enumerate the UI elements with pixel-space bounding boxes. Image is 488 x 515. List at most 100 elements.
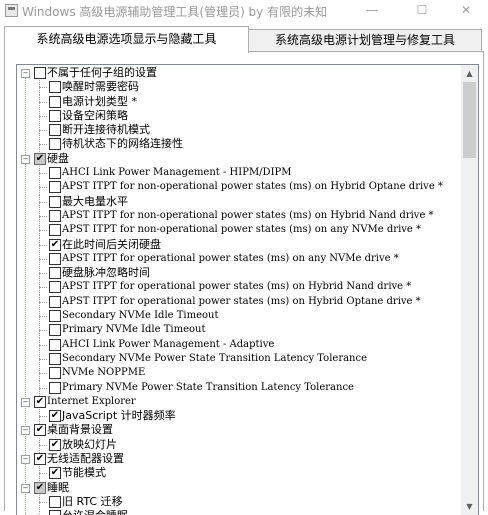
tree-setting-item[interactable]: 允许混合睡眠 bbox=[17, 509, 457, 515]
checkbox[interactable]: ✔ bbox=[49, 438, 61, 451]
checkbox[interactable]: ✔ bbox=[49, 238, 61, 251]
tree-branch-line bbox=[39, 201, 47, 203]
tree-branch-line bbox=[39, 115, 47, 117]
checkbox[interactable] bbox=[49, 495, 61, 508]
tree-item-label: 在此时间后关闭硬盘 bbox=[62, 237, 161, 251]
collapse-toggle-icon[interactable]: − bbox=[21, 154, 30, 164]
checkbox[interactable] bbox=[49, 124, 61, 137]
checkbox[interactable] bbox=[49, 95, 61, 108]
settings-tree: − 不属于任何子组的设置 唤醒时需要密码 电源计划类型 * 设备空闲策略 断开连接待机模式… bbox=[17, 66, 457, 515]
checkbox[interactable]: ✔ bbox=[49, 467, 61, 480]
checkbox[interactable] bbox=[49, 510, 61, 515]
minimize-button[interactable]: — bbox=[350, 0, 394, 22]
collapse-toggle-icon[interactable]: − bbox=[21, 426, 30, 436]
tree-setting-item[interactable]: 旧 RTC 迁移 bbox=[17, 494, 457, 510]
collapse-toggle-icon[interactable]: − bbox=[21, 455, 30, 465]
checkbox[interactable] bbox=[49, 224, 61, 237]
checkbox[interactable]: ✔ bbox=[34, 152, 46, 165]
settings-tree-view[interactable]: − 不属于任何子组的设置 唤醒时需要密码 电源计划类型 * 设备空闲策略 断开连接待机模式… bbox=[16, 64, 479, 515]
tree-group-item[interactable]: − ✔ 无线适配器设置 bbox=[17, 452, 457, 466]
checkbox[interactable] bbox=[49, 195, 61, 208]
checkbox[interactable] bbox=[49, 381, 61, 394]
tree-branch-line bbox=[39, 187, 47, 189]
tree-branch-line bbox=[39, 287, 47, 289]
checkbox[interactable] bbox=[49, 324, 61, 337]
tree-item-label: 节能模式 bbox=[62, 466, 106, 480]
tree-branch-line bbox=[39, 416, 47, 418]
maximize-button[interactable]: ☐ bbox=[400, 0, 444, 22]
vertical-scrollbar[interactable]: ▲ ▼ bbox=[461, 65, 478, 515]
checkbox[interactable] bbox=[49, 310, 61, 323]
tree-setting-item[interactable]: Primary NVMe Power State Transition Late… bbox=[17, 380, 457, 396]
tree-item-label: APST ITPT for non-operational power stat… bbox=[62, 181, 443, 193]
checkbox[interactable] bbox=[49, 281, 61, 294]
tree-setting-item[interactable]: 断开连接待机模式 bbox=[17, 123, 457, 139]
scroll-up-arrow-icon[interactable]: ▲ bbox=[461, 65, 478, 82]
tree-setting-item[interactable]: 电源计划类型 * bbox=[17, 94, 457, 110]
checkbox[interactable]: ✔ bbox=[34, 395, 46, 408]
tree-setting-item[interactable]: Secondary NVMe Idle Timeout bbox=[17, 309, 457, 325]
tab-plan-manage-repair-tool[interactable]: 系统高级电源计划管理与修复工具 bbox=[248, 29, 482, 51]
tree-item-label: JavaScript 计时器频率 bbox=[62, 409, 176, 423]
checkbox[interactable] bbox=[49, 267, 61, 280]
tab-display-hide-tool[interactable]: 系统高级电源选项显示与隐藏工具 bbox=[4, 26, 249, 53]
tree-setting-item[interactable]: 设备空闲策略 bbox=[17, 108, 457, 124]
scroll-down-arrow-icon[interactable]: ▼ bbox=[461, 498, 478, 515]
checkbox[interactable] bbox=[49, 295, 61, 308]
tree-setting-item[interactable]: Primary NVMe Idle Timeout bbox=[17, 323, 457, 339]
tree-group-item[interactable]: − ✔ 睡眠 bbox=[17, 481, 457, 495]
tree-setting-item[interactable]: 唤醒时需要密码 bbox=[17, 80, 457, 96]
collapse-toggle-icon[interactable]: − bbox=[21, 69, 30, 78]
tree-group-item[interactable]: − 不属于任何子组的设置 bbox=[17, 66, 457, 80]
tree-setting-item[interactable]: AHCI Link Power Management - Adaptive bbox=[17, 337, 457, 353]
checkbox[interactable] bbox=[49, 252, 61, 265]
tree-item-label: 硬盘脉冲忽略时间 bbox=[62, 266, 150, 280]
tree-item-label: Internet Explorer bbox=[47, 395, 136, 407]
tree-setting-item[interactable]: AHCI Link Power Management - HIPM/DIPM bbox=[17, 166, 457, 182]
tree-item-label: AHCI Link Power Management - HIPM/DIPM bbox=[62, 167, 292, 179]
checkbox[interactable]: ✔ bbox=[34, 424, 46, 437]
tree-setting-item[interactable]: 硬盘脉冲忽略时间 bbox=[17, 266, 457, 282]
checkbox[interactable] bbox=[49, 138, 61, 151]
tree-setting-item[interactable]: NVMe NOPPME bbox=[17, 366, 457, 382]
tree-group-item[interactable]: − ✔ 桌面背景设置 bbox=[17, 423, 457, 437]
tree-setting-item[interactable]: APST ITPT for operational power states (… bbox=[17, 294, 457, 310]
checkbox[interactable] bbox=[49, 209, 61, 222]
tree-branch-line bbox=[39, 344, 47, 346]
checkbox[interactable] bbox=[49, 338, 61, 351]
tree-setting-item[interactable]: APST ITPT for operational power states (… bbox=[17, 251, 457, 267]
checkbox[interactable] bbox=[49, 367, 61, 380]
tab-strip: 系统高级电源选项显示与隐藏工具 系统高级电源计划管理与修复工具 bbox=[0, 26, 488, 53]
checkbox[interactable] bbox=[49, 109, 61, 122]
tree-group-item[interactable]: − ✔ Internet Explorer bbox=[17, 395, 457, 409]
tree-item-label: APST ITPT for operational power states (… bbox=[62, 281, 412, 293]
close-button[interactable]: ✕ bbox=[444, 0, 488, 22]
tree-item-label: Primary NVMe Idle Timeout bbox=[62, 324, 206, 336]
checkbox[interactable] bbox=[49, 167, 61, 180]
tree-setting-item[interactable]: ✔ 在此时间后关闭硬盘 bbox=[17, 237, 457, 253]
checkbox[interactable]: ✔ bbox=[34, 481, 46, 494]
tree-setting-item[interactable]: ✔ 节能模式 bbox=[17, 466, 457, 482]
tree-group-item[interactable]: − ✔ 硬盘 bbox=[17, 152, 457, 166]
collapse-toggle-icon[interactable]: − bbox=[21, 483, 30, 493]
tree-setting-item[interactable]: APST ITPT for non-operational power stat… bbox=[17, 223, 457, 239]
tree-setting-item[interactable]: APST ITPT for operational power states (… bbox=[17, 280, 457, 296]
tree-setting-item[interactable]: ✔ 放映幻灯片 bbox=[17, 437, 457, 453]
checkbox[interactable]: ✔ bbox=[49, 410, 61, 423]
collapse-toggle-icon[interactable]: − bbox=[21, 397, 30, 407]
tree-setting-item[interactable]: Secondary NVMe Power State Transition La… bbox=[17, 351, 457, 367]
tree-setting-item[interactable]: 最大电量水平 bbox=[17, 194, 457, 210]
tree-setting-item[interactable]: APST ITPT for non-operational power stat… bbox=[17, 208, 457, 224]
tree-setting-item[interactable]: 待机状态下的网络连接性 bbox=[17, 137, 457, 153]
scroll-thumb[interactable] bbox=[463, 82, 476, 158]
tree-setting-item[interactable]: ✔ JavaScript 计时器频率 bbox=[17, 409, 457, 425]
checkbox[interactable] bbox=[49, 81, 61, 94]
checkbox[interactable] bbox=[49, 352, 61, 365]
tree-branch-line bbox=[39, 473, 47, 475]
tree-setting-item[interactable]: APST ITPT for non-operational power stat… bbox=[17, 180, 457, 196]
tree-item-label: 硬盘 bbox=[47, 151, 69, 165]
tree-item-label: Primary NVMe Power State Transition Late… bbox=[62, 381, 354, 393]
checkbox[interactable] bbox=[34, 67, 46, 79]
checkbox[interactable] bbox=[49, 181, 61, 194]
checkbox[interactable]: ✔ bbox=[34, 453, 46, 466]
